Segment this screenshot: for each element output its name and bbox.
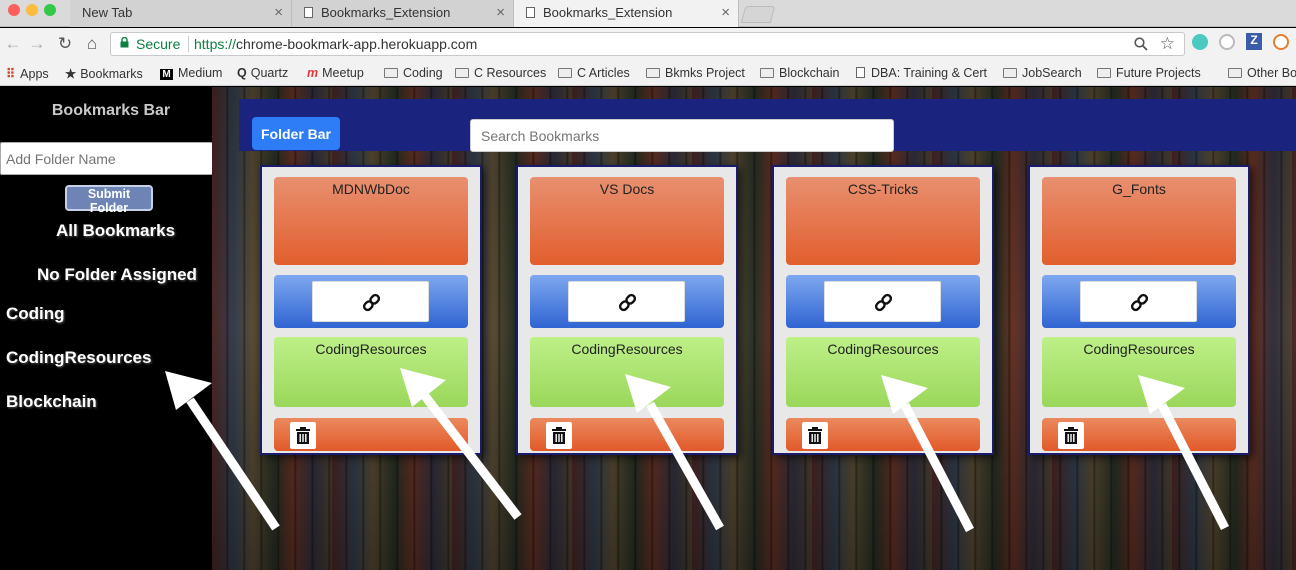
annotation-arrow [901, 402, 974, 533]
annotation-arrow [421, 393, 522, 520]
annotation-arrow [186, 397, 280, 531]
annotation-arrow [646, 401, 724, 531]
annotation-arrow [1157, 402, 1230, 531]
annotation-arrows [165, 368, 1230, 533]
